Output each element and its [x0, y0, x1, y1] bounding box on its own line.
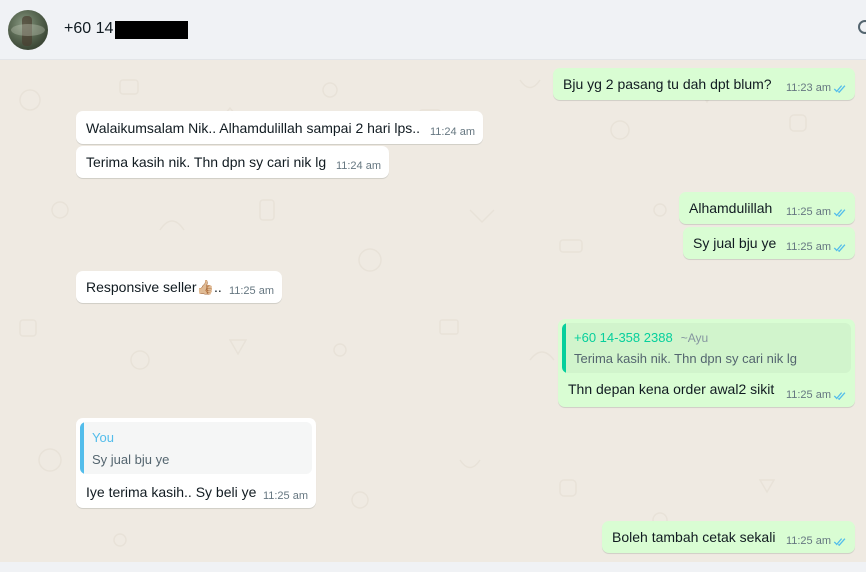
message-text: Boleh tambah cetak sekali	[612, 529, 776, 545]
message-text: Iye terima kasih.. Sy beli ye	[86, 484, 257, 500]
read-receipt-icon	[833, 392, 846, 400]
message-bubble-outgoing[interactable]: Bju yg 2 pasang tu dah dpt blum? 11:23 a…	[553, 68, 855, 100]
message-text: Thn depan kena order awal2 sikit	[568, 381, 775, 397]
search-icon[interactable]	[858, 20, 866, 34]
redaction-bar	[115, 21, 188, 39]
read-receipt-icon	[833, 538, 846, 546]
quote-author-number: +60 14-358 2388	[574, 330, 673, 345]
composer-edge	[0, 562, 866, 572]
quoted-message[interactable]: You Sy jual bju ye	[80, 422, 312, 474]
message-bubble-outgoing[interactable]: Boleh tambah cetak sekali 11:25 am	[602, 521, 855, 553]
message-list: Bju yg 2 pasang tu dah dpt blum? 11:23 a…	[0, 60, 866, 562]
message-text-group: Responsive seller👍🏼..	[86, 279, 222, 296]
message-bubble-incoming[interactable]: Responsive seller👍🏼.. 11:25 am	[76, 271, 282, 303]
read-receipt-icon	[833, 209, 846, 217]
contact-avatar[interactable]	[8, 10, 48, 50]
message-text: Responsive seller	[86, 279, 197, 295]
message-bubble-incoming[interactable]: Walaikumsalam Nik.. Alhamdulillah sampai…	[76, 111, 483, 144]
quote-author: You	[92, 430, 114, 445]
contact-name[interactable]: +60 14	[64, 20, 113, 38]
message-text: Sy jual bju ye	[693, 235, 777, 251]
message-text: Alhamdulillah	[689, 200, 773, 216]
message-time: 11:25 am	[262, 490, 308, 502]
message-text-suffix: ..	[213, 279, 222, 295]
read-receipt-icon	[833, 85, 846, 93]
message-bubble-outgoing[interactable]: Alhamdulillah 11:25 am	[679, 192, 855, 224]
message-text: Walaikumsalam Nik.. Alhamdulillah sampai…	[86, 120, 421, 136]
message-bubble-outgoing-reply[interactable]: +60 14-358 2388 ~Ayu Terima kasih nik. Th…	[558, 319, 855, 407]
message-time: 11:25 am	[785, 389, 831, 401]
message-time: 11:23 am	[785, 82, 831, 94]
quote-text: Terima kasih nik. Thn dpn sy cari nik lg	[574, 351, 798, 366]
chat-header: +60 14	[0, 0, 866, 60]
message-bubble-outgoing[interactable]: Sy jual bju ye 11:25 am	[683, 227, 855, 259]
message-time: 11:25 am	[228, 285, 274, 297]
quote-text: Sy jual bju ye	[92, 452, 170, 467]
message-time: 11:24 am	[335, 160, 381, 172]
message-bubble-incoming-reply[interactable]: You Sy jual bju ye Iye terima kasih.. Sy…	[76, 418, 316, 508]
quoted-message[interactable]: +60 14-358 2388 ~Ayu Terima kasih nik. Th…	[562, 323, 851, 373]
quote-pushname: ~Ayu	[680, 331, 709, 345]
thumbs-up-icon: 👍🏼	[196, 279, 214, 295]
message-text: Terima kasih nik. Thn dpn sy cari nik lg	[86, 154, 327, 170]
message-time: 11:24 am	[429, 126, 475, 138]
read-receipt-icon	[833, 244, 846, 252]
message-text: Bju yg 2 pasang tu dah dpt blum?	[563, 76, 772, 92]
message-time: 11:25 am	[785, 206, 831, 218]
message-time: 11:25 am	[785, 241, 831, 253]
quote-author: +60 14-358 2388 ~Ayu	[574, 330, 708, 345]
quote-accent-bar	[562, 323, 566, 373]
message-bubble-incoming[interactable]: Terima kasih nik. Thn dpn sy cari nik lg…	[76, 146, 389, 178]
message-time: 11:25 am	[785, 535, 831, 547]
quote-accent-bar	[80, 422, 84, 474]
